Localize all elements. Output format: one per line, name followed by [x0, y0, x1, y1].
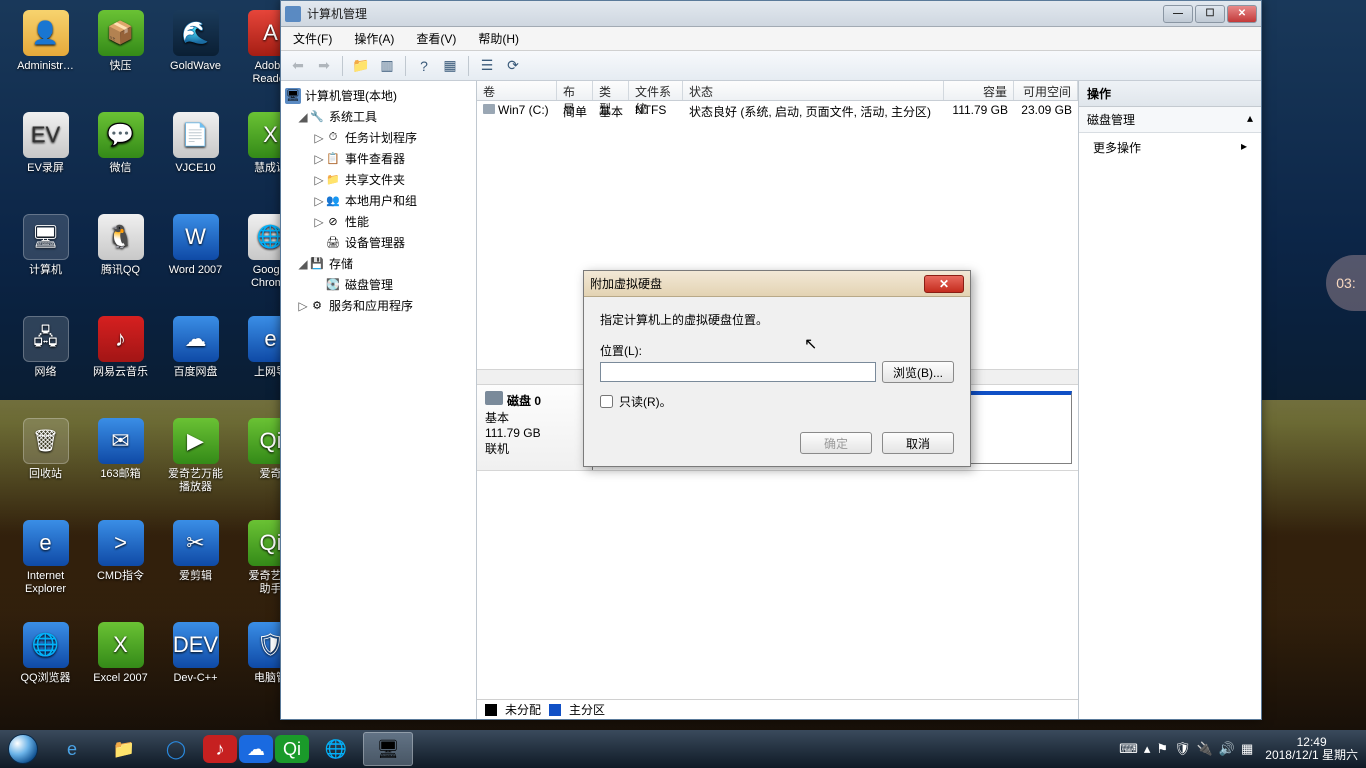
dialog-titlebar[interactable]: 附加虚拟硬盘 ✕ [584, 271, 970, 297]
close-button[interactable]: ✕ [1227, 5, 1257, 23]
desktop-icon[interactable]: 📄VJCE10 [158, 108, 233, 204]
tray-vol-icon[interactable]: 🔊 [1219, 741, 1235, 757]
desktop-icon[interactable]: ✉163邮箱 [83, 414, 158, 510]
menu-action[interactable]: 操作(A) [350, 28, 398, 49]
desktop-icon[interactable]: 🗑回收站 [8, 414, 83, 510]
col-type[interactable]: 类型 [593, 81, 629, 100]
dialog-title: 附加虚拟硬盘 [590, 275, 924, 292]
system-tray[interactable]: ⌨ ▴ ⚑ 🛡 🔌 🔊 ▦ 12:492018/12/1 星期六 [1119, 736, 1366, 762]
task-baidu[interactable]: ☁ [239, 735, 273, 763]
desktop-icons: 👤Administr…📦快压🌊GoldWaveAAdobeReaderEVEV录… [8, 6, 308, 714]
desktop-icon[interactable]: ♪网易云音乐 [83, 312, 158, 408]
dialog-desc: 指定计算机上的虚拟硬盘位置。 [600, 311, 954, 328]
desktop-icon[interactable]: 🖥计算机 [8, 210, 83, 306]
start-button[interactable] [0, 730, 46, 768]
maximize-button[interactable]: ☐ [1195, 5, 1225, 23]
task-chrome[interactable]: 🌐 [311, 732, 361, 766]
col-volume[interactable]: 卷 [477, 81, 557, 100]
menu-view[interactable]: 查看(V) [412, 28, 460, 49]
forward-icon[interactable]: ➡ [313, 55, 335, 77]
desktop-icon[interactable]: ☁百度网盘 [158, 312, 233, 408]
props-icon[interactable]: ▦ [439, 55, 461, 77]
menu-file[interactable]: 文件(F) [289, 28, 336, 49]
desktop-icon[interactable]: ✂爱剪辑 [158, 516, 233, 612]
menubar: 文件(F) 操作(A) 查看(V) 帮助(H) [281, 27, 1261, 51]
desktop-icon[interactable]: EVEV录屏 [8, 108, 83, 204]
location-input[interactable] [600, 362, 876, 382]
attach-vhd-dialog: 附加虚拟硬盘 ✕ 指定计算机上的虚拟硬盘位置。 位置(L): 浏览(B)... … [583, 270, 971, 467]
actions-sub[interactable]: 磁盘管理▴ [1079, 107, 1261, 133]
tray-keyboard-icon[interactable]: ⌨ [1119, 741, 1138, 757]
taskbar: e 📁 ◯ ♪ ☁ Qi 🌐 🖥 ⌨ ▴ ⚑ 🛡 🔌 🔊 ▦ 12:492018… [0, 730, 1366, 768]
col-layout[interactable]: 布局 [557, 81, 593, 100]
cancel-button[interactable]: 取消 [882, 432, 954, 454]
folder-icon[interactable]: 📁 [350, 55, 372, 77]
nav-tree[interactable]: 🖥计算机管理(本地) ◢🔧系统工具 ▷⏱任务计划程序 ▷📋事件查看器 ▷📁共享文… [281, 81, 477, 719]
tray-flag-icon[interactable]: ⚑ [1156, 741, 1168, 757]
cursor-icon: ↖ [804, 334, 817, 354]
titlebar[interactable]: 计算机管理 ― ☐ ✕ [281, 1, 1261, 27]
desktop-icon[interactable]: 👤Administr… [8, 6, 83, 102]
desktop-icon[interactable]: 📦快压 [83, 6, 158, 102]
actions-header: 操作 [1079, 81, 1261, 107]
desktop-icon[interactable]: >CMD指令 [83, 516, 158, 612]
panes-icon[interactable]: ▥ [376, 55, 398, 77]
help-icon[interactable]: ? [413, 55, 435, 77]
desktop-icon[interactable]: 💬微信 [83, 108, 158, 204]
disk-header: 磁盘 0 基本 111.79 GB 联机 [477, 385, 593, 470]
task-iqiyi[interactable]: Qi [275, 735, 309, 763]
task-netease[interactable]: ♪ [203, 735, 237, 763]
menu-help[interactable]: 帮助(H) [474, 28, 523, 49]
task-compmgmt[interactable]: 🖥 [363, 732, 413, 766]
toolbar: ⬅ ➡ 📁 ▥ ? ▦ ☰ ⟳ [281, 51, 1261, 81]
window-title: 计算机管理 [307, 5, 1161, 22]
tray-up-icon[interactable]: ▴ [1144, 741, 1151, 757]
col-status[interactable]: 状态 [683, 81, 944, 100]
tray-net-icon[interactable]: 🔌 [1197, 741, 1213, 757]
col-fs[interactable]: 文件系统 [629, 81, 683, 100]
desktop-icon[interactable]: ▶爱奇艺万能播放器 [158, 414, 233, 510]
desktop-icon[interactable]: 🖧网络 [8, 312, 83, 408]
refresh-icon[interactable]: ⟳ [502, 55, 524, 77]
task-ie[interactable]: e [47, 732, 97, 766]
browse-button[interactable]: 浏览(B)... [882, 361, 954, 383]
location-label: 位置(L): [600, 342, 954, 359]
task-qqbrowser[interactable]: ◯ [151, 732, 201, 766]
actions-pane: 操作 磁盘管理▴ 更多操作▸ [1079, 81, 1261, 719]
readonly-checkbox[interactable]: 只读(R)。 [600, 393, 954, 410]
desktop-icon[interactable]: WWord 2007 [158, 210, 233, 306]
task-explorer[interactable]: 📁 [99, 732, 149, 766]
desktop-icon[interactable]: DEVDev-C++ [158, 618, 233, 714]
desktop-icon[interactable]: 🌊GoldWave [158, 6, 233, 102]
dialog-close-button[interactable]: ✕ [924, 275, 964, 293]
desktop-icon[interactable]: XExcel 2007 [83, 618, 158, 714]
col-free[interactable]: 可用空间 [1014, 81, 1078, 100]
back-icon[interactable]: ⬅ [287, 55, 309, 77]
minimize-button[interactable]: ― [1163, 5, 1193, 23]
taskbar-clock[interactable]: 12:492018/12/1 星期六 [1259, 736, 1358, 762]
tray-gpu-icon[interactable]: ▦ [1241, 741, 1253, 757]
ok-button[interactable]: 确定 [800, 432, 872, 454]
app-icon [285, 6, 301, 22]
desktop-icon[interactable]: 🐧腾讯QQ [83, 210, 158, 306]
volume-row[interactable]: Win7 (C:) 简单 基本 NTFS 状态良好 (系统, 启动, 页面文件,… [477, 101, 1078, 121]
desktop-icon[interactable]: eInternetExplorer [8, 516, 83, 612]
col-capacity[interactable]: 容量 [944, 81, 1014, 100]
desktop-icon[interactable]: 🌐QQ浏览器 [8, 618, 83, 714]
volume-header: 卷 布局 类型 文件系统 状态 容量 可用空间 [477, 81, 1078, 101]
actions-more[interactable]: 更多操作▸ [1079, 133, 1261, 162]
list-icon[interactable]: ☰ [476, 55, 498, 77]
legend: 未分配 主分区 [477, 699, 1078, 719]
clock-gadget: 03: [1326, 255, 1366, 311]
tray-shield-icon[interactable]: 🛡 [1174, 741, 1191, 757]
